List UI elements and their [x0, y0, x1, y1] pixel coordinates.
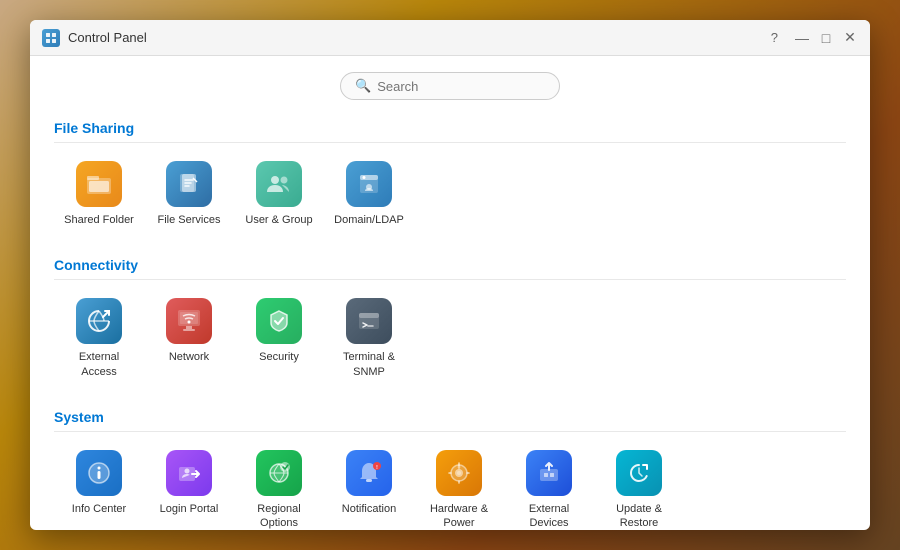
item-shared-folder[interactable]: Shared Folder: [54, 151, 144, 237]
section-header-system: System: [54, 409, 846, 432]
item-network[interactable]: Network: [144, 288, 234, 389]
item-user-group[interactable]: User & Group: [234, 151, 324, 237]
shared-folder-icon: [76, 161, 122, 207]
item-domain-ldap[interactable]: Domain/LDAP: [324, 151, 414, 237]
section-header-file-sharing: File Sharing: [54, 120, 846, 143]
external-access-icon: [76, 298, 122, 344]
item-label-shared-folder: Shared Folder: [64, 213, 134, 227]
item-security[interactable]: Security: [234, 288, 324, 389]
section-connectivity: Connectivity External Access Network Sec…: [54, 257, 846, 389]
help-button[interactable]: ?: [771, 30, 778, 45]
item-label-security: Security: [259, 350, 299, 364]
item-file-services[interactable]: File Services: [144, 151, 234, 237]
content-area: 🔍 File Sharing Shared Folder File Servic…: [30, 56, 870, 530]
item-label-notification: Notification: [342, 502, 396, 516]
item-label-update-restore: Update & Restore: [600, 502, 678, 530]
item-label-external-devices: External Devices: [510, 502, 588, 530]
item-hardware-power[interactable]: Hardware & Power: [414, 440, 504, 530]
item-terminal-snmp[interactable]: Terminal & SNMP: [324, 288, 414, 389]
item-label-terminal-snmp: Terminal & SNMP: [330, 350, 408, 379]
notification-icon: !: [346, 450, 392, 496]
item-login-portal[interactable]: Login Portal: [144, 440, 234, 530]
window-title: Control Panel: [68, 30, 771, 45]
item-label-file-services: File Services: [158, 213, 221, 227]
external-devices-icon: [526, 450, 572, 496]
search-input[interactable]: [377, 79, 545, 94]
item-label-login-portal: Login Portal: [160, 502, 219, 516]
search-input-wrap[interactable]: 🔍: [340, 72, 560, 100]
item-label-network: Network: [169, 350, 209, 364]
user-group-icon: [256, 161, 302, 207]
sections-container: File Sharing Shared Folder File Services…: [54, 120, 846, 530]
item-external-access[interactable]: External Access: [54, 288, 144, 389]
terminal-icon: [346, 298, 392, 344]
item-label-hardware-power: Hardware & Power: [420, 502, 498, 530]
search-bar: 🔍: [54, 72, 846, 100]
item-external-devices[interactable]: External Devices: [504, 440, 594, 530]
info-center-icon: [76, 450, 122, 496]
hardware-icon: [436, 450, 482, 496]
item-label-domain-ldap: Domain/LDAP: [334, 213, 404, 227]
app-icon: [42, 29, 60, 47]
security-icon: [256, 298, 302, 344]
item-label-user-group: User & Group: [245, 213, 312, 227]
section-file-sharing: File Sharing Shared Folder File Services…: [54, 120, 846, 237]
item-info-center[interactable]: Info Center: [54, 440, 144, 530]
domain-ldap-icon: [346, 161, 392, 207]
login-portal-icon: [166, 450, 212, 496]
file-services-icon: [166, 161, 212, 207]
section-system: System Info Center Login Portal Regional…: [54, 409, 846, 530]
search-icon: 🔍: [355, 78, 371, 94]
item-label-external-access: External Access: [60, 350, 138, 379]
item-label-info-center: Info Center: [72, 502, 126, 516]
window-controls: ? — □ ✕: [771, 30, 858, 46]
network-icon: [166, 298, 212, 344]
update-icon: [616, 450, 662, 496]
section-header-connectivity: Connectivity: [54, 257, 846, 280]
control-panel-window: Control Panel ? — □ ✕ 🔍 File Sharing Sha…: [30, 20, 870, 530]
restore-button[interactable]: □: [818, 30, 834, 46]
item-update-restore[interactable]: Update & Restore: [594, 440, 684, 530]
item-label-regional-options: Regional Options: [240, 502, 318, 530]
section-grid-system: Info Center Login Portal Regional Option…: [54, 440, 846, 530]
regional-icon: [256, 450, 302, 496]
titlebar: Control Panel ? — □ ✕: [30, 20, 870, 56]
minimize-button[interactable]: —: [794, 30, 810, 46]
close-button[interactable]: ✕: [842, 30, 858, 46]
section-grid-connectivity: External Access Network Security Termina…: [54, 288, 846, 389]
item-notification[interactable]: ! Notification: [324, 440, 414, 530]
item-regional-options[interactable]: Regional Options: [234, 440, 324, 530]
section-grid-file-sharing: Shared Folder File Services User & Group…: [54, 151, 846, 237]
